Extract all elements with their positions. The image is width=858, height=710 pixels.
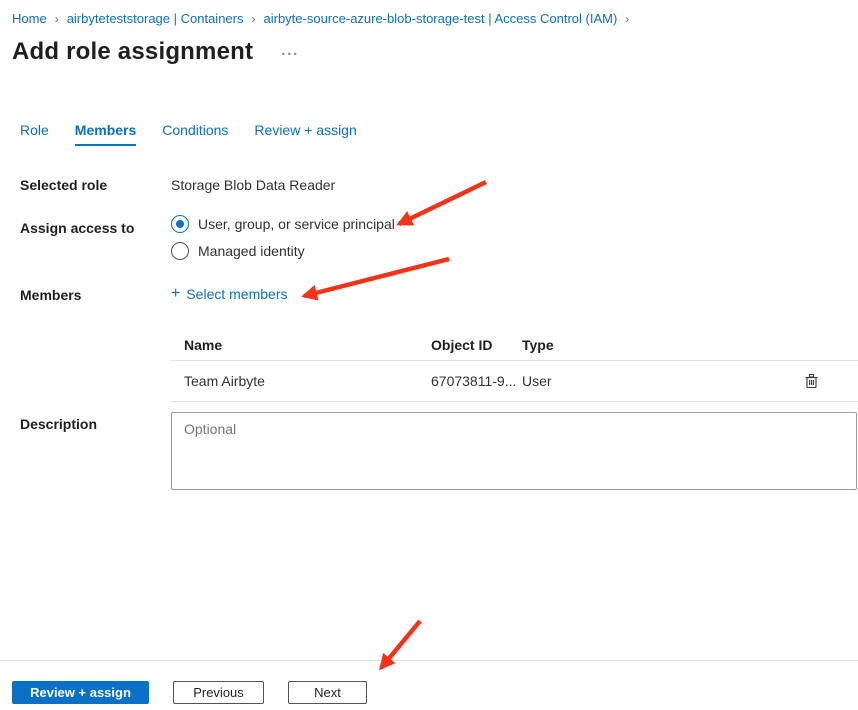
select-members-link[interactable]: + Select members xyxy=(171,286,288,302)
delete-member-button[interactable] xyxy=(802,371,821,391)
assign-access-radio-group: User, group, or service principal Manage… xyxy=(171,214,395,261)
footer-divider xyxy=(0,660,858,661)
members-table-header: Name Object ID Type xyxy=(171,330,858,361)
tab-members[interactable]: Members xyxy=(75,122,136,146)
member-name-cell: Team Airbyte xyxy=(171,373,431,389)
tab-role[interactable]: Role xyxy=(20,122,49,146)
breadcrumb-containers-link[interactable]: airbyteteststorage | Containers xyxy=(67,11,244,26)
more-options-icon[interactable]: ··· xyxy=(281,50,299,60)
assign-access-to-label: Assign access to xyxy=(20,220,134,236)
radio-unselected-icon xyxy=(171,242,189,260)
tab-strip: Role Members Conditions Review + assign xyxy=(20,122,357,146)
description-textarea[interactable] xyxy=(171,412,857,490)
title-row: Add role assignment ··· xyxy=(12,38,299,66)
tab-conditions[interactable]: Conditions xyxy=(162,122,228,146)
chevron-right-icon: › xyxy=(251,12,257,26)
select-members-label: Select members xyxy=(186,286,287,302)
review-assign-button[interactable]: Review + assign xyxy=(12,681,149,704)
annotation-arrow xyxy=(399,182,486,224)
table-row: Team Airbyte 67073811-9... User xyxy=(171,361,858,402)
trash-icon xyxy=(804,373,819,389)
member-type-cell: User xyxy=(522,373,802,389)
description-label: Description xyxy=(20,416,97,432)
plus-icon: + xyxy=(171,287,180,301)
footer-buttons: Review + assign Previous Next xyxy=(12,681,367,704)
radio-managed-identity[interactable]: Managed identity xyxy=(171,241,395,261)
annotation-arrow xyxy=(304,259,449,296)
breadcrumb: Home › airbyteteststorage | Containers ›… xyxy=(12,11,630,26)
column-header-type: Type xyxy=(522,337,802,353)
selected-role-value: Storage Blob Data Reader xyxy=(171,177,335,193)
radio-option-label: Managed identity xyxy=(198,243,305,259)
breadcrumb-access-control-link[interactable]: airbyte-source-azure-blob-storage-test |… xyxy=(264,11,618,26)
next-button[interactable]: Next xyxy=(288,681,367,704)
previous-button[interactable]: Previous xyxy=(173,681,264,704)
selected-role-label: Selected role xyxy=(20,177,107,193)
members-label: Members xyxy=(20,287,81,303)
radio-user-group-service-principal[interactable]: User, group, or service principal xyxy=(171,214,395,234)
chevron-right-icon: › xyxy=(54,12,60,26)
breadcrumb-home-link[interactable]: Home xyxy=(12,11,47,26)
add-role-assignment-page: { "breadcrumb": { "separator": "›", "ite… xyxy=(0,0,858,710)
column-header-object-id: Object ID xyxy=(431,337,522,353)
members-table: Name Object ID Type Team Airbyte 6707381… xyxy=(171,330,858,402)
page-title: Add role assignment xyxy=(12,38,253,66)
radio-selected-icon xyxy=(171,215,189,233)
radio-option-label: User, group, or service principal xyxy=(198,216,395,232)
chevron-right-icon: › xyxy=(624,12,630,26)
column-header-name: Name xyxy=(171,337,431,353)
tab-review-assign[interactable]: Review + assign xyxy=(254,122,356,146)
member-object-id-cell: 67073811-9... xyxy=(431,373,522,389)
